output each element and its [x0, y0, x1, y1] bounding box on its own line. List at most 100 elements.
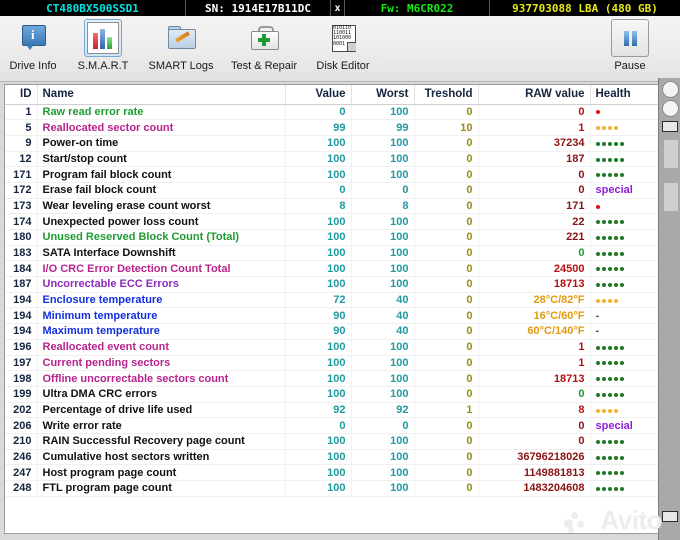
health-special-label: special	[595, 419, 633, 432]
health-dot	[595, 345, 600, 350]
toolbar-button-smart-logs[interactable]: SMART Logs	[142, 19, 220, 79]
health-dash-label: -	[595, 309, 600, 322]
health-dot	[601, 377, 606, 382]
health-dot	[601, 408, 606, 413]
health-dot	[619, 283, 624, 288]
window-decoration-block-1	[664, 140, 678, 168]
table-row[interactable]: 246 Cumulative host sectors written 100 100…	[5, 449, 658, 466]
table-row[interactable]: 174 Unexpected power loss count 100 100 0 22	[5, 213, 658, 230]
table-row[interactable]: 1 Raw read error rate 0 100 0 0	[5, 104, 658, 121]
health-rating-dots	[595, 202, 602, 211]
cell-id: 194	[5, 323, 38, 340]
table-row[interactable]: 180 Unused Reserved Block Count (Total) 10…	[5, 229, 658, 246]
cell-id: 1	[5, 104, 38, 121]
toolbar-label-test-repair: Test & Repair	[230, 60, 298, 72]
table-row[interactable]: 210 RAIN Successful Recovery page count 10…	[5, 433, 658, 450]
cell-worst: 100	[351, 355, 415, 372]
table-row[interactable]: 206 Write error rate 0 0 0 0 special	[5, 417, 658, 434]
toolbar-button-smart[interactable]: S.M.A.R.T	[68, 19, 138, 79]
close-icon[interactable]: x	[331, 0, 345, 16]
cell-raw-value: 0	[478, 166, 591, 183]
table-row[interactable]: 172 Erase fail block count 0 0 0 0 special	[5, 182, 658, 199]
cell-worst: 100	[351, 339, 415, 356]
cell-raw-value: 1	[478, 339, 591, 356]
health-dot	[595, 267, 600, 272]
cell-attribute-name: Program fail block count	[37, 166, 286, 183]
cell-raw-value: 187	[478, 151, 591, 168]
cell-attribute-name: Wear leveling erase count worst	[37, 198, 286, 215]
health-dot	[613, 408, 618, 413]
cell-id: 206	[5, 417, 38, 434]
health-dot	[607, 377, 612, 382]
health-dot	[619, 455, 624, 460]
table-row[interactable]: 5 Reallocated sector count 99 99 10 1	[5, 119, 658, 136]
table-row[interactable]: 196 Reallocated event count 100 100 0 1	[5, 339, 658, 356]
cell-raw-value: 22	[478, 213, 591, 230]
window-decoration-block-2	[664, 183, 678, 211]
health-rating-dots	[595, 375, 626, 384]
table-row[interactable]: 194 Maximum temperature 90 40 0 60°C/140°F -	[5, 323, 658, 340]
table-header-row: ID Name Value Worst Treshold RAW value H…	[5, 85, 658, 105]
table-row[interactable]: 12 Start/stop count 100 100 0 187	[5, 151, 658, 168]
column-header-id[interactable]: ID	[5, 85, 38, 105]
cell-attribute-name: Uncorrectable ECC Errors	[37, 276, 286, 293]
cell-raw-value: 0	[478, 245, 591, 262]
table-row[interactable]: 173 Wear leveling erase count worst 8 8 0 171	[5, 198, 658, 215]
health-dot	[619, 439, 624, 444]
health-dot	[619, 157, 624, 162]
cell-id: 198	[5, 370, 38, 387]
column-header-health[interactable]: Health	[590, 85, 658, 105]
cell-health	[590, 213, 658, 230]
cell-health	[590, 449, 658, 466]
health-dot	[595, 283, 600, 288]
table-row[interactable]: 9 Power-on time 100 100 0 37234	[5, 135, 658, 152]
cell-id: 197	[5, 355, 38, 372]
cell-attribute-name: Enclosure temperature	[37, 292, 286, 309]
health-dot	[595, 126, 600, 131]
cell-health	[590, 402, 658, 419]
health-dot	[595, 361, 600, 366]
health-dot	[595, 392, 600, 397]
column-header-value[interactable]: Value	[285, 85, 352, 105]
toolbar-button-disk-editor[interactable]: 010110 110011 101000 0001 Disk Editor	[306, 19, 380, 79]
cell-threshold: 0	[414, 104, 479, 121]
health-rating-dots	[595, 265, 626, 274]
table-row[interactable]: 247 Host program page count 100 100 0 1149881…	[5, 464, 658, 481]
cell-value: 100	[285, 449, 352, 466]
health-dot	[595, 251, 600, 256]
health-dot	[595, 486, 600, 491]
table-row[interactable]: 184 I/O CRC Error Detection Count Total 10…	[5, 260, 658, 278]
health-dot	[607, 157, 612, 162]
toolbar-button-test-repair[interactable]: Test & Repair	[222, 19, 306, 79]
health-rating-dots	[595, 139, 626, 148]
health-dot	[601, 439, 606, 444]
health-dot	[601, 392, 606, 397]
cell-worst: 100	[351, 104, 415, 121]
health-dot	[607, 361, 612, 366]
health-dash-label: -	[595, 325, 600, 338]
column-header-worst[interactable]: Worst	[351, 85, 415, 105]
table-row[interactable]: 248 FTL program page count 100 100 0 14832046…	[5, 480, 658, 497]
health-dot	[613, 439, 618, 444]
cell-value: 99	[285, 119, 352, 136]
table-row[interactable]: 197 Current pending sectors 100 100 0 1	[5, 355, 658, 372]
cell-health	[590, 260, 658, 278]
toolbar-button-drive-info[interactable]: i Drive Info	[2, 19, 64, 79]
table-row[interactable]: 202 Percentage of drive life used 92 92 1 8	[5, 402, 658, 419]
column-header-name[interactable]: Name	[37, 85, 286, 105]
drive-model: CT480BX500SSD1	[0, 0, 186, 16]
table-row[interactable]: 194 Enclosure temperature 72 40 0 28°C/82°F	[5, 292, 658, 309]
toolbar-button-pause[interactable]: Pause	[604, 19, 656, 79]
table-row[interactable]: 187 Uncorrectable ECC Errors 100 100 0 18713	[5, 276, 658, 293]
column-header-threshold[interactable]: Treshold	[414, 85, 479, 105]
table-body: 1 Raw read error rate 0 100 0 0 5 Reallocated s…	[5, 104, 658, 497]
table-row[interactable]: 198 Offline uncorrectable sectors count 10…	[5, 370, 658, 387]
health-dot	[595, 455, 600, 460]
cell-health	[590, 229, 658, 246]
table-row[interactable]: 199 Ultra DMA CRC errors 100 100 0 0	[5, 386, 658, 403]
smart-attributes-panel: ID Name Value Worst Treshold RAW value H…	[4, 84, 659, 534]
table-row[interactable]: 171 Program fail block count 100 100 0 0	[5, 166, 658, 183]
table-row[interactable]: 183 SATA Interface Downshift 100 100 0 0	[5, 245, 658, 262]
table-row[interactable]: 194 Minimum temperature 90 40 0 16°C/60°F -	[5, 307, 658, 325]
column-header-raw[interactable]: RAW value	[478, 85, 591, 105]
